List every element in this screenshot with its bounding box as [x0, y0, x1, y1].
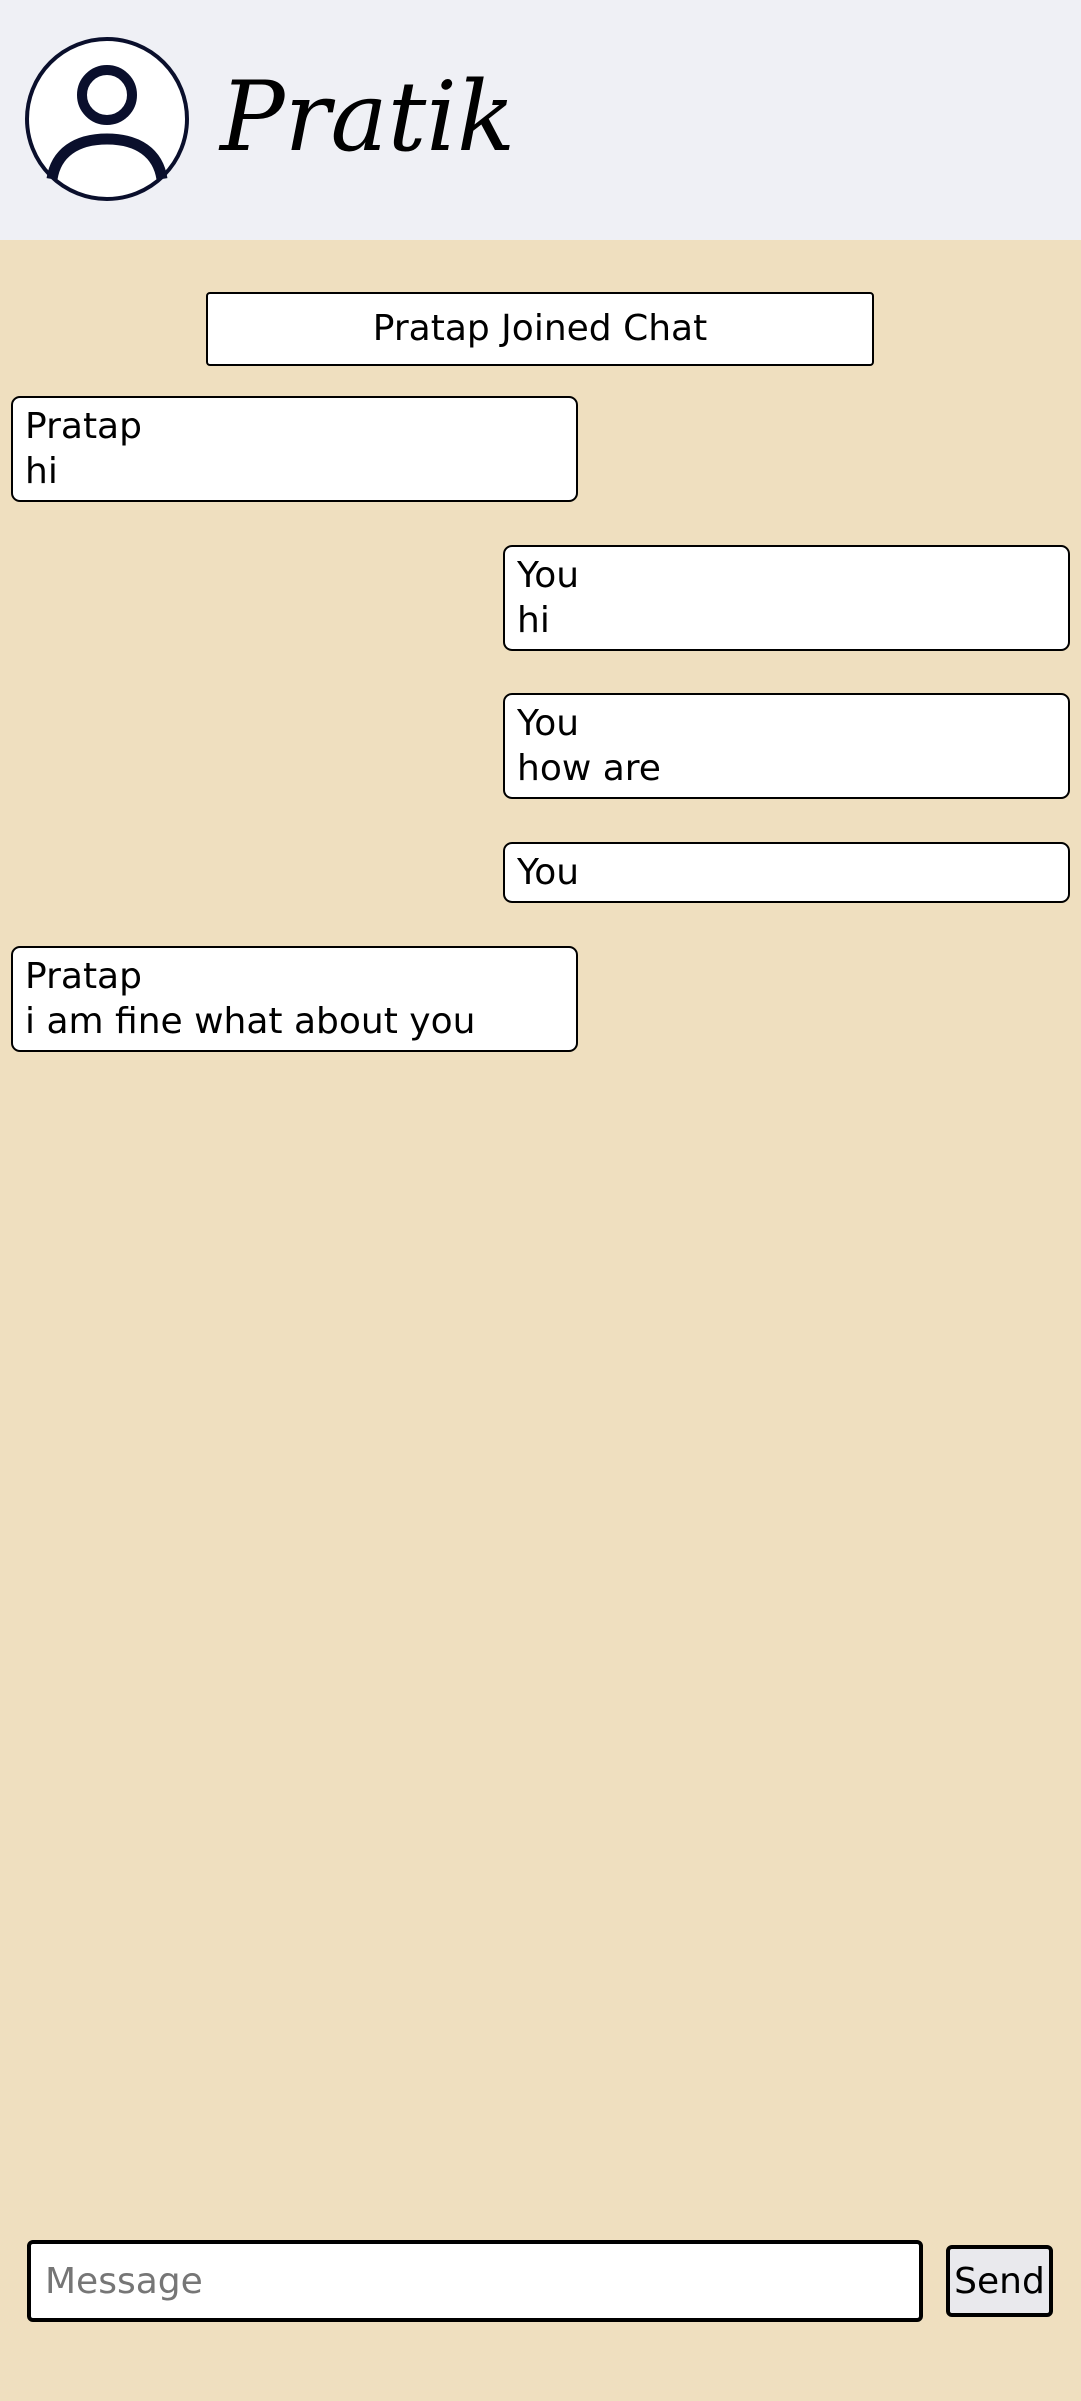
message-list[interactable]: Pratap Joined Chat Pratap hi You hi You … [0, 240, 1081, 2220]
chat-partner-name: Pratik [220, 61, 516, 173]
message-sender: Pratap [25, 406, 142, 447]
message-text: how are [517, 748, 661, 789]
send-button[interactable]: Send [946, 2245, 1053, 2317]
message-bubble-received: Pratap hi [11, 396, 578, 502]
message-bubble-received: Pratap i am fine what about you [11, 946, 578, 1052]
user-circle-icon [25, 37, 189, 201]
message-text: hi [25, 451, 58, 492]
message-composer: Send [0, 2220, 1081, 2401]
message-sender: You [517, 555, 580, 596]
chat-header: Pratik [0, 0, 1081, 240]
message-bubble-sent: You hi [503, 545, 1070, 651]
message-bubble-sent: You [503, 842, 1070, 903]
message-text: i am fine what about you [25, 1001, 476, 1042]
user-avatar-icon[interactable] [24, 36, 190, 202]
message-input[interactable] [27, 2240, 923, 2322]
message-sender: You [517, 703, 580, 744]
system-message: Pratap Joined Chat [206, 292, 874, 366]
message-sender: Pratap [25, 956, 142, 997]
message-text: hi [517, 600, 550, 641]
message-bubble-sent: You how are [503, 693, 1070, 799]
message-sender: You [517, 852, 580, 893]
